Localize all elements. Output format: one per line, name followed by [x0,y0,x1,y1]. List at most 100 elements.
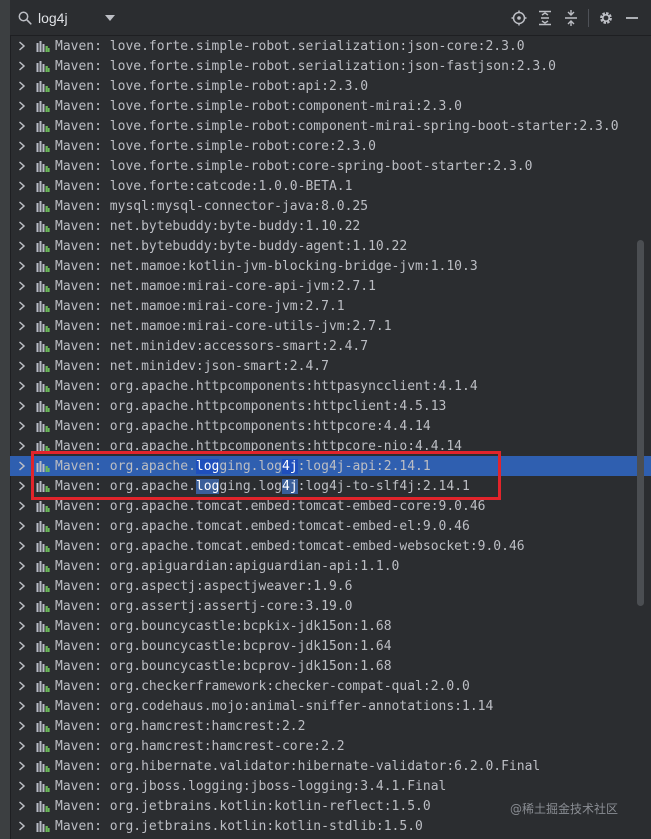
tree-row[interactable]: Maven: love.forte.simple-robot:core:2.3.… [10,136,651,156]
tree-row[interactable]: Maven: love.forte.simple-robot:api:2.3.0 [10,76,651,96]
tree-row[interactable]: Maven: net.mamoe:mirai-core-utils-jvm:2.… [10,316,651,336]
chevron-right-icon[interactable] [10,361,34,371]
tree-row[interactable]: Maven: org.hamcrest:hamcrest-core:2.2 [10,736,651,756]
chevron-right-icon[interactable] [10,761,34,771]
chevron-right-icon[interactable] [10,401,34,411]
chevron-right-icon[interactable] [10,601,34,611]
tree-row[interactable]: Maven: org.hibernate.validator:hibernate… [10,756,651,776]
tree-row[interactable]: Maven: net.minidev:accessors-smart:2.4.7 [10,336,651,356]
tree-row[interactable]: Maven: org.apache.logging.log4j:log4j-to… [10,476,651,496]
library-icon [34,220,52,232]
row-prefix: Maven: [55,138,110,154]
search-history-dropdown[interactable] [98,14,122,21]
tree-row[interactable]: Maven: love.forte:catcode:1.0.0-BETA.1 [10,176,651,196]
library-icon [34,540,52,552]
tree-row[interactable]: Maven: org.aspectj:aspectjweaver:1.9.6 [10,576,651,596]
tree-row-label: Maven: org.bouncycastle:bcprov-jdk15on:1… [52,639,392,654]
tree-row[interactable]: Maven: love.forte.simple-robot:component… [10,96,651,116]
chevron-right-icon[interactable] [10,301,34,311]
tree-row[interactable]: Maven: org.apache.tomcat.embed:tomcat-em… [10,516,651,536]
chevron-right-icon[interactable] [10,781,34,791]
tree-row[interactable]: Maven: org.checkerframework:checker-comp… [10,676,651,696]
chevron-right-icon[interactable] [10,201,34,211]
chevron-right-icon[interactable] [10,481,34,491]
row-text: love.forte:catcode:1.0.0-BETA.1 [109,178,353,194]
tree-row-label: Maven: mysql:mysql-connector-java:8.0.25 [52,199,368,214]
chevron-right-icon[interactable] [10,801,34,811]
tree-row[interactable]: Maven: org.apache.httpcomponents:httpcor… [10,436,651,456]
minimize-icon[interactable] [619,5,645,31]
chevron-right-icon[interactable] [10,161,34,171]
chevron-right-icon[interactable] [10,341,34,351]
chevron-right-icon[interactable] [10,61,34,71]
tree-row[interactable]: Maven: love.forte.simple-robot.serializa… [10,56,651,76]
library-icon [34,500,52,512]
chevron-right-icon[interactable] [10,241,34,251]
chevron-right-icon[interactable] [10,581,34,591]
collapse-all-icon[interactable] [558,5,584,31]
library-icon [34,580,52,592]
chevron-right-icon[interactable] [10,221,34,231]
vertical-scrollbar[interactable] [637,240,644,606]
tree-row[interactable]: Maven: love.forte.simple-robot:core-spri… [10,156,651,176]
chevron-right-icon[interactable] [10,661,34,671]
tree-row[interactable]: Maven: net.mamoe:kotlin-jvm-blocking-bri… [10,256,651,276]
chevron-right-icon[interactable] [10,501,34,511]
tree-row[interactable]: Maven: org.apache.httpcomponents:httpcor… [10,416,651,436]
chevron-right-icon[interactable] [10,621,34,631]
tree-row[interactable]: Maven: net.minidev:json-smart:2.4.7 [10,356,651,376]
tree-row[interactable]: Maven: love.forte.simple-robot.serializa… [10,36,651,56]
chevron-right-icon[interactable] [10,741,34,751]
chevron-right-icon[interactable] [10,141,34,151]
chevron-right-icon[interactable] [10,101,34,111]
tree-row[interactable]: Maven: org.hamcrest:hamcrest:2.2 [10,716,651,736]
chevron-right-icon[interactable] [10,261,34,271]
tree-row[interactable]: Maven: net.mamoe:mirai-core-api-jvm:2.7.… [10,276,651,296]
tree-row[interactable]: Maven: org.apache.httpcomponents:httpasy… [10,376,651,396]
row-prefix: Maven: [55,798,110,814]
tree-row[interactable]: Maven: org.bouncycastle:bcpkix-jdk15on:1… [10,616,651,636]
tree-row[interactable]: Maven: org.jboss.logging:jboss-logging:3… [10,776,651,796]
chevron-right-icon[interactable] [10,541,34,551]
tree-row[interactable]: Maven: net.bytebuddy:byte-buddy:1.10.22 [10,216,651,236]
expand-all-icon[interactable] [532,5,558,31]
chevron-right-icon[interactable] [10,421,34,431]
chevron-right-icon[interactable] [10,381,34,391]
chevron-right-icon[interactable] [10,181,34,191]
tree-row[interactable]: Maven: org.apache.logging.log4j:log4j-ap… [10,456,651,476]
chevron-right-icon[interactable] [10,461,34,471]
chevron-right-icon[interactable] [10,41,34,51]
chevron-right-icon[interactable] [10,81,34,91]
tree-row[interactable]: Maven: net.mamoe:mirai-core-jvm:2.7.1 [10,296,651,316]
tree-row[interactable]: Maven: org.apache.httpcomponents:httpcli… [10,396,651,416]
library-icon [34,80,52,92]
tree-row[interactable]: Maven: org.jetbrains.kotlin:kotlin-stdli… [10,816,651,836]
chevron-right-icon[interactable] [10,821,34,831]
chevron-right-icon[interactable] [10,561,34,571]
tree-row[interactable]: Maven: org.bouncycastle:bcprov-jdk15on:1… [10,636,651,656]
locate-icon[interactable] [506,5,532,31]
tree-row[interactable]: Maven: org.assertj:assertj-core:3.19.0 [10,596,651,616]
row-prefix: Maven: [55,578,110,594]
chevron-right-icon[interactable] [10,121,34,131]
chevron-right-icon[interactable] [10,721,34,731]
tree-row[interactable]: Maven: love.forte.simple-robot:component… [10,116,651,136]
gear-icon[interactable] [593,5,619,31]
chevron-right-icon[interactable] [10,441,34,451]
tree-row[interactable]: Maven: org.bouncycastle:bcprov-jdk15on:1… [10,656,651,676]
tree-row[interactable]: Maven: net.bytebuddy:byte-buddy-agent:1.… [10,236,651,256]
tree-row[interactable]: Maven: org.apiguardian:apiguardian-api:1… [10,556,651,576]
tree-row[interactable]: Maven: mysql:mysql-connector-java:8.0.25 [10,196,651,216]
tree-row[interactable]: Maven: org.apache.tomcat.embed:tomcat-em… [10,496,651,516]
chevron-right-icon[interactable] [10,521,34,531]
chevron-right-icon[interactable] [10,641,34,651]
tree-row[interactable]: Maven: org.codehaus.mojo:animal-sniffer-… [10,696,651,716]
chevron-right-icon[interactable] [10,281,34,291]
chevron-right-icon[interactable] [10,321,34,331]
chevron-right-icon[interactable] [10,701,34,711]
chevron-right-icon[interactable] [10,681,34,691]
search-input[interactable] [38,9,98,26]
dependency-tree[interactable]: Maven: love.forte.simple-robot.serializa… [10,36,651,839]
row-text: net.bytebuddy:byte-buddy:1.10.22 [109,218,361,234]
tree-row[interactable]: Maven: org.apache.tomcat.embed:tomcat-em… [10,536,651,556]
